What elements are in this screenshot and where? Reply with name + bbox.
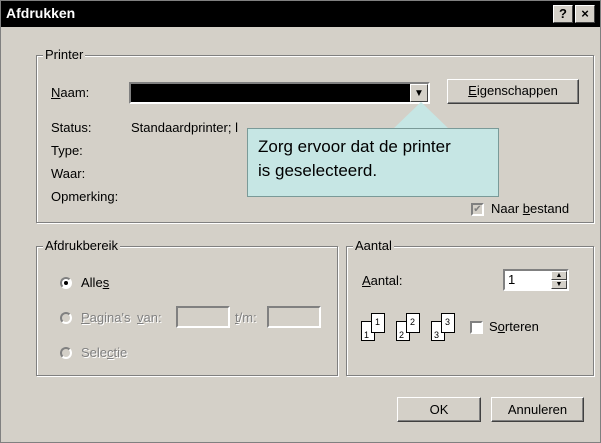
radio-selection-label: Selectie: [81, 345, 128, 360]
print-dialog: Afdrukken ? × Printer Naam: ▼ Eigenschap…: [0, 0, 601, 443]
type-label: Type:: [51, 143, 83, 158]
spin-down-icon[interactable]: ▼: [551, 280, 567, 289]
help-button[interactable]: ?: [553, 5, 573, 23]
copies-count-stepper[interactable]: 1 ▲ ▼: [503, 269, 569, 291]
status-label: Status:: [51, 120, 92, 135]
printer-legend: Printer: [43, 47, 86, 62]
callout-line-2: is geselecteerd.: [258, 161, 378, 180]
radio-all[interactable]: [60, 277, 72, 289]
radio-pages-label: Pagina's: [81, 310, 131, 325]
copies-count-value: 1: [508, 272, 516, 287]
spin-up-icon[interactable]: ▲: [551, 271, 567, 280]
cancel-button[interactable]: Annuleren: [491, 397, 584, 422]
window-title: Afdrukken: [6, 5, 76, 21]
print-to-file-checkbox[interactable]: ✔: [471, 203, 484, 216]
close-button[interactable]: ×: [575, 5, 595, 23]
properties-button[interactable]: Eigenschappen: [447, 79, 579, 104]
printer-name-select[interactable]: ▼: [129, 82, 430, 104]
collate-page-3b: 3: [441, 313, 455, 333]
to-label: t/m:: [235, 310, 257, 325]
radio-selection[interactable]: [60, 347, 72, 359]
copies-count-label: Aantal:: [362, 273, 403, 288]
status-value: Standaardprinter; l: [131, 120, 238, 135]
collate-page-2b: 2: [406, 313, 420, 333]
chevron-down-icon[interactable]: ▼: [410, 84, 428, 102]
copies-group: Aantal: [346, 238, 594, 376]
to-page-input[interactable]: [267, 306, 321, 328]
radio-pages[interactable]: [60, 312, 72, 324]
print-range-legend: Afdrukbereik: [43, 238, 120, 253]
radio-all-label: Alles: [81, 275, 110, 290]
where-label: Waar:: [51, 166, 86, 181]
comment-label: Opmerking:: [51, 189, 119, 204]
callout-line-1: Zorg ervoor dat de printer: [258, 137, 451, 156]
copies-legend: Aantal: [353, 238, 394, 253]
collate-checkbox[interactable]: [470, 321, 483, 334]
print-to-file-label: Naar bestand: [491, 201, 570, 216]
from-label: van:: [137, 310, 162, 325]
title-bar: Afdrukken ? ×: [1, 1, 600, 27]
spin-buttons[interactable]: ▲ ▼: [551, 271, 567, 289]
printer-name-label: Naam:: [51, 85, 90, 100]
from-page-input[interactable]: [176, 306, 230, 328]
collate-label: Sorteren: [489, 319, 539, 334]
collate-page-1b: 1: [371, 313, 385, 333]
callout-pointer: [393, 102, 449, 129]
instruction-callout: Zorg ervoor dat de printer is geselectee…: [247, 128, 499, 197]
ok-button[interactable]: OK: [397, 397, 481, 422]
